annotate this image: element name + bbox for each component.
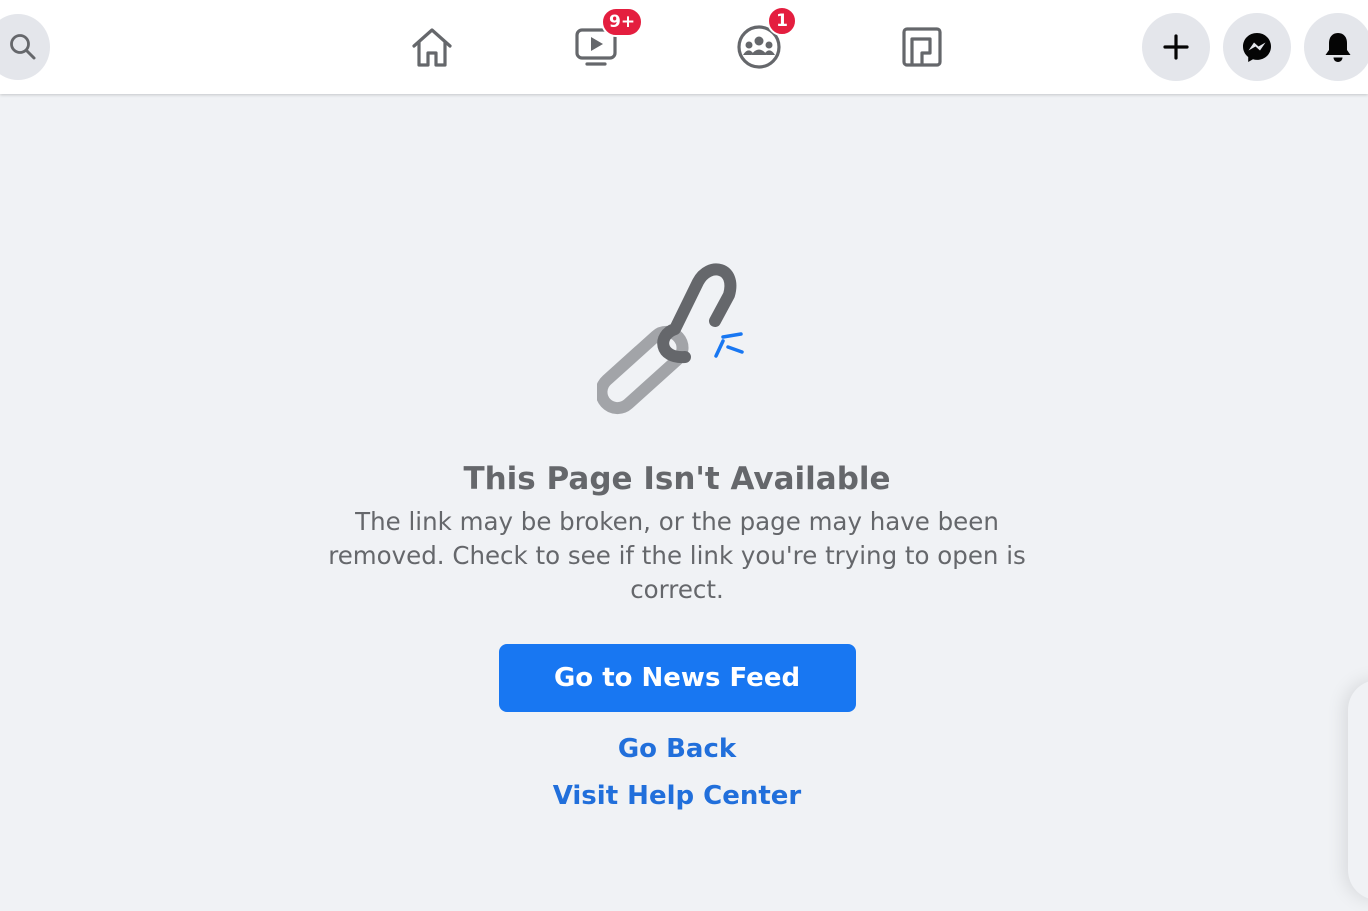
go-to-news-feed-button[interactable]: Go to News Feed xyxy=(498,644,856,712)
broken-link-icon xyxy=(597,263,744,415)
watch-badge: 9+ xyxy=(601,7,644,37)
error-description: The link may be broken, or the page may … xyxy=(328,507,1026,604)
messenger-icon xyxy=(1241,31,1273,63)
search-icon xyxy=(0,33,37,61)
error-title: This Page Isn't Available xyxy=(463,461,891,497)
groups-badge: 1 xyxy=(767,6,797,36)
video-icon: 9+ xyxy=(575,7,644,67)
side-panel-edge xyxy=(1348,680,1368,900)
groups-icon: 1 xyxy=(736,6,797,69)
tab-gaming[interactable] xyxy=(862,0,982,94)
top-navigation-bar: 9+ 1 xyxy=(0,0,1368,94)
create-button[interactable] xyxy=(1142,13,1210,81)
search-button[interactable] xyxy=(0,14,50,80)
tab-watch[interactable]: 9+ xyxy=(536,0,656,94)
tab-home[interactable] xyxy=(372,0,492,94)
notifications-button[interactable] xyxy=(1304,13,1368,81)
tab-groups[interactable]: 1 xyxy=(699,0,819,94)
error-panel: This Page Isn't Available The link may b… xyxy=(284,255,1070,813)
bell-icon xyxy=(1323,31,1353,63)
plus-icon xyxy=(1163,34,1189,60)
go-back-link[interactable]: Go Back xyxy=(618,732,736,766)
help-center-link[interactable]: Visit Help Center xyxy=(553,779,802,813)
gaming-icon xyxy=(902,27,942,67)
messenger-button[interactable] xyxy=(1223,13,1291,81)
home-icon xyxy=(410,26,454,68)
